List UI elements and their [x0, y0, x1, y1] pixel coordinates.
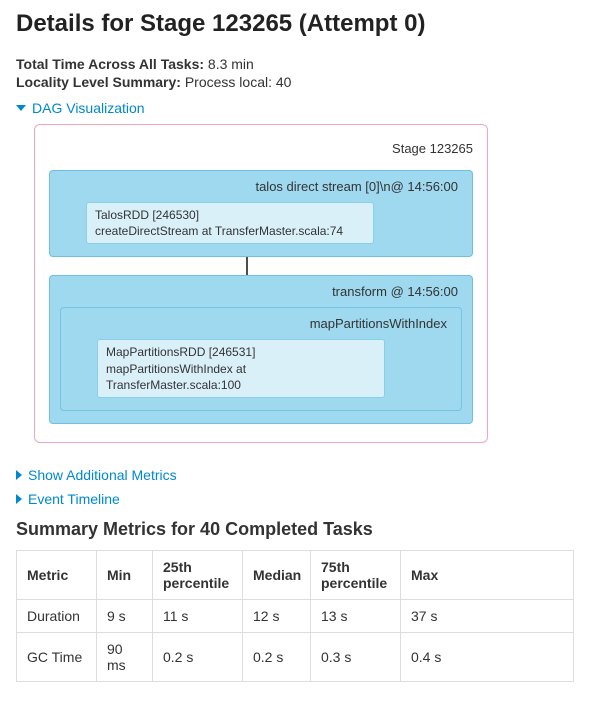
cell-min: 90 ms	[97, 632, 153, 681]
cell-p75: 13 s	[311, 599, 401, 632]
dag-stage-label: Stage 123265	[49, 141, 473, 156]
dag-rdd-mappartitionsrdd-title: MapPartitionsRDD [246531]	[106, 344, 376, 360]
dag-visualization-panel: Stage 123265 talos direct stream [0]\n@ …	[34, 124, 488, 443]
cell-max: 0.4 s	[401, 632, 574, 681]
show-additional-metrics-toggle[interactable]: Show Additional Metrics	[16, 467, 574, 483]
locality-value: Process local: 40	[185, 74, 292, 90]
col-min[interactable]: Min	[97, 550, 153, 599]
total-time-value: 8.3 min	[208, 56, 254, 72]
cell-p25: 11 s	[153, 599, 243, 632]
total-time-label: Total Time Across All Tasks:	[16, 56, 204, 72]
dag-inner-mappartitionswithindex: mapPartitionsWithIndex MapPartitionsRDD …	[60, 307, 462, 411]
event-timeline-label: Event Timeline	[28, 491, 120, 507]
cell-min: 9 s	[97, 599, 153, 632]
locality-label: Locality Level Summary:	[16, 74, 181, 90]
table-row: Duration 9 s 11 s 12 s 13 s 37 s	[17, 599, 574, 632]
cell-p75: 0.3 s	[311, 632, 401, 681]
page-title: Details for Stage 123265 (Attempt 0)	[16, 10, 574, 38]
summary-metrics-table: Metric Min 25th percentile Median 75th p…	[16, 550, 574, 682]
event-timeline-toggle[interactable]: Event Timeline	[16, 491, 574, 507]
dag-inner-label: mapPartitionsWithIndex	[71, 316, 451, 331]
cell-max: 37 s	[401, 599, 574, 632]
dag-block1-label: talos direct stream [0]\n@ 14:56:00	[60, 179, 462, 194]
dag-rdd-talosrdd-title: TalosRDD [246530]	[95, 207, 365, 223]
chevron-right-icon	[16, 470, 22, 480]
chevron-down-icon	[16, 105, 26, 111]
cell-p25: 0.2 s	[153, 632, 243, 681]
cell-median: 0.2 s	[243, 632, 311, 681]
chevron-right-icon	[16, 494, 22, 504]
dag-block-talos-direct-stream: talos direct stream [0]\n@ 14:56:00 Talo…	[49, 170, 473, 257]
col-p75[interactable]: 75th percentile	[311, 550, 401, 599]
show-additional-metrics-label: Show Additional Metrics	[28, 467, 177, 483]
dag-block2-label: transform @ 14:56:00	[60, 284, 462, 299]
cell-median: 12 s	[243, 599, 311, 632]
table-header-row: Metric Min 25th percentile Median 75th p…	[17, 550, 574, 599]
table-row: GC Time 90 ms 0.2 s 0.2 s 0.3 s 0.4 s	[17, 632, 574, 681]
total-time-line: Total Time Across All Tasks: 8.3 min	[16, 56, 574, 72]
dag-visualization-label: DAG Visualization	[32, 100, 145, 116]
col-max[interactable]: Max	[401, 550, 574, 599]
col-metric[interactable]: Metric	[17, 550, 97, 599]
dag-block-transform: transform @ 14:56:00 mapPartitionsWithIn…	[49, 275, 473, 424]
col-p25[interactable]: 25th percentile	[153, 550, 243, 599]
dag-rdd-talosrdd[interactable]: TalosRDD [246530] createDirectStream at …	[86, 202, 374, 244]
cell-metric: GC Time	[17, 632, 97, 681]
cell-metric: Duration	[17, 599, 97, 632]
dag-rdd-mappartitionsrdd-src: mapPartitionsWithIndex at TransferMaster…	[106, 361, 376, 393]
summary-metrics-title: Summary Metrics for 40 Completed Tasks	[16, 519, 574, 540]
dag-visualization-toggle[interactable]: DAG Visualization	[16, 100, 574, 116]
locality-line: Locality Level Summary: Process local: 4…	[16, 74, 574, 90]
dag-rdd-talosrdd-src: createDirectStream at TransferMaster.sca…	[95, 223, 365, 239]
dag-rdd-mappartitionsrdd[interactable]: MapPartitionsRDD [246531] mapPartitionsW…	[97, 339, 385, 398]
col-median[interactable]: Median	[243, 550, 311, 599]
